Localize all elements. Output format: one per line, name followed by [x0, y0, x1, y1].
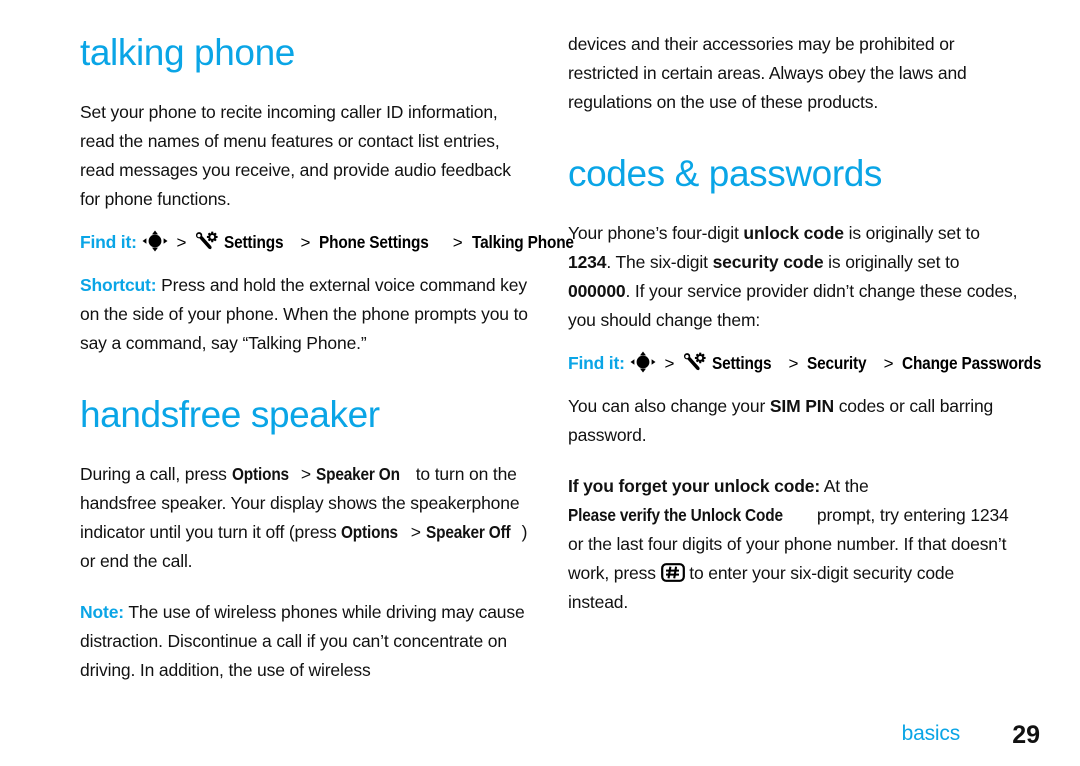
handsfree-speaker-paragraph: During a call, press Options > Speaker O… [80, 460, 530, 576]
page-footer: basics 29 [0, 712, 1080, 752]
handsfree-speaker-heading: handsfree speaker [80, 394, 380, 435]
manual-page: talking phone Set your phone to recite i… [0, 0, 1080, 766]
right-column: devices and their accessories may be pro… [568, 30, 1042, 617]
find-it-label: Find it: [80, 232, 137, 252]
find-it-separator-1: > [176, 233, 187, 252]
term-security-code: security code [712, 252, 824, 272]
find-it-separator-2: > [788, 354, 799, 373]
find-it-path-talking-phone: Find it: > Settings > Phone Settings > T… [80, 228, 574, 257]
find-it-separator-3: > [452, 233, 463, 252]
menu-options-2[interactable]: Options [341, 518, 398, 547]
speaker-sep-1: > [296, 464, 316, 484]
intro-paragraph: Set your phone to recite incoming caller… [80, 102, 511, 209]
codes-text-2: is originally set to [843, 223, 980, 243]
term-unlock-code: unlock code [743, 223, 844, 243]
value-default-unlock-code: 1234 [568, 252, 607, 272]
forgot-unlock-code-label: If you forget your unlock code: [568, 476, 821, 496]
page-title: talking phone [80, 32, 295, 73]
sim-pin-paragraph: You can also change your SIM PIN codes o… [568, 392, 1018, 450]
continuation-paragraph: devices and their accessories may be pro… [568, 34, 967, 112]
forgot-unlock-code-paragraph: If you forget your unlock code: At the P… [568, 472, 1018, 617]
menu-speaker-off[interactable]: Speaker Off [426, 518, 511, 547]
find-it-separator-3: > [883, 354, 894, 373]
find-it-separator-1: > [664, 354, 675, 373]
navigation-key-icon [630, 351, 656, 373]
settings-wrench-gear-icon [683, 352, 707, 373]
navigation-key-icon [142, 230, 168, 252]
value-default-security-code: 000000 [568, 281, 626, 301]
codes-paragraph: Your phone’s four-digit unlock code is o… [568, 219, 1018, 335]
codes-text-1: Your phone’s four-digit [568, 223, 744, 243]
find-it-item-settings[interactable]: Settings [224, 228, 284, 257]
sim-text-1: You can also change your [568, 396, 770, 416]
note-label: Note: [80, 602, 124, 622]
prompt-please-verify-the-unlock-code: Please verify the Unlock Code [568, 505, 783, 525]
find-it-label-2: Find it: [568, 353, 625, 373]
forgot-text-1: At the [820, 476, 869, 496]
codes-passwords-heading: codes & passwords [568, 153, 883, 194]
find-it-path-change-passwords: Find it: > Settings > Security > Change … [568, 349, 1042, 378]
shortcut-label: Shortcut: [80, 275, 157, 295]
hash-key-icon [660, 562, 685, 582]
speaker-text-1: During a call, press [80, 464, 232, 484]
find-it-item-phone-settings[interactable]: Phone Settings [319, 228, 429, 257]
menu-options-1[interactable]: Options [232, 460, 289, 489]
find-it-item-change-passwords[interactable]: Change Passwords [902, 349, 1041, 378]
codes-text-3: . The six-digit [606, 252, 713, 272]
shortcut-paragraph: Shortcut: Press and hold the external vo… [80, 271, 530, 358]
speaker-sep-2: > [406, 522, 426, 542]
note-text: The use of wireless phones while driving… [80, 602, 525, 680]
term-sim-pin: SIM PIN [769, 396, 834, 416]
footer-section-name: basics [901, 722, 961, 745]
find-it-item-security[interactable]: Security [807, 349, 867, 378]
settings-wrench-gear-icon [195, 231, 219, 252]
codes-text-5: . If your service provider didn’t change… [568, 281, 1018, 330]
find-it-separator-2: > [300, 233, 311, 252]
menu-speaker-on[interactable]: Speaker On [316, 460, 400, 489]
footer-page-number: 29 [1012, 721, 1040, 749]
find-it-item-settings-2[interactable]: Settings [712, 349, 772, 378]
note-paragraph: Note: The use of wireless phones while d… [80, 598, 530, 685]
left-column: talking phone Set your phone to recite i… [80, 30, 574, 685]
find-it-item-talking-phone[interactable]: Talking Phone [472, 228, 574, 257]
codes-text-4: is originally set to [823, 252, 960, 272]
